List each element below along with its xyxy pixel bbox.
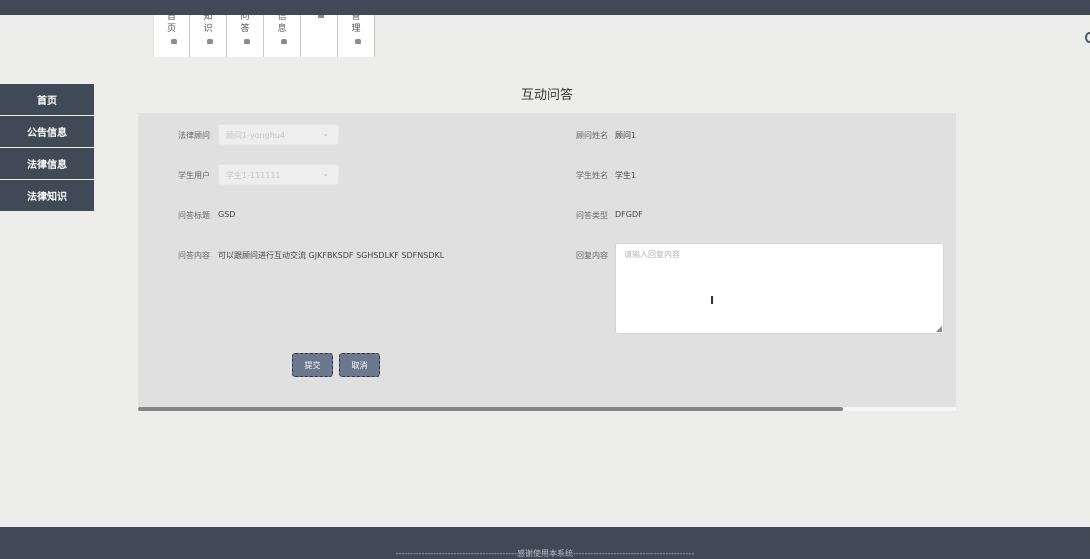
nav-char: 息 [277, 24, 287, 34]
cancel-button[interactable]: 取消 [339, 353, 380, 377]
nav-char: 信 [277, 15, 287, 22]
sidebar-item-legal-knowledge[interactable]: 法律知识 [0, 180, 94, 211]
top-nav-item-info[interactable]: 信 息 [264, 15, 301, 57]
reply-label: 回复内容 [576, 251, 608, 260]
nav-bullet-icon [281, 39, 287, 44]
nav-char: 问 [240, 15, 250, 22]
top-nav-item-qa[interactable]: 问 答 [227, 15, 264, 57]
question-type-value: DFGDF [615, 210, 643, 219]
top-bar [0, 0, 1090, 15]
nav-char: 首 [166, 15, 176, 22]
resize-grip-icon[interactable]: ◢ [936, 325, 942, 333]
consultant-name-label: 顾问姓名 [576, 131, 608, 140]
horizontal-scrollbar[interactable] [138, 407, 956, 411]
nav-char: 识 [203, 24, 213, 34]
question-type-label: 问答类型 [576, 211, 608, 220]
nav-char: 页 [166, 24, 176, 34]
question-title-label: 问答标题 [178, 211, 210, 220]
qa-form: 法律顾问 顾问1-yonghu4 ⌄ 顾问姓名 顾问1 学生用户 学生1-111… [138, 113, 956, 407]
student-user-select-value: 学生1-111111 [226, 171, 281, 180]
sidebar: 首页 公告信息 法律信息 法律知识 [0, 84, 94, 212]
top-nav-item-home[interactable]: 首 页 [153, 15, 190, 57]
top-nav-item-center[interactable] [301, 15, 338, 57]
consultant-name-value: 顾问1 [615, 131, 637, 140]
top-nav: 首 页 知 识 问 答 信 息 管 理 [153, 15, 375, 57]
nav-char: 理 [351, 24, 361, 34]
nav-bullet-icon [207, 39, 213, 44]
sidebar-item-legal-info[interactable]: 法律信息 [0, 148, 94, 179]
footer-text: ----------------------------------------… [395, 549, 695, 558]
submit-button[interactable]: 提交 [292, 353, 333, 377]
student-name-value: 学生1 [615, 171, 637, 180]
question-content-label: 问答内容 [178, 251, 210, 260]
nav-char: 知 [203, 15, 213, 22]
reply-placeholder: 请输入回复内容 [624, 250, 680, 259]
student-name-label: 学生姓名 [576, 171, 608, 180]
consultant-select[interactable]: 顾问1-yonghu4 ⌄ [218, 124, 339, 145]
nav-bullet-icon [318, 15, 324, 18]
nav-bullet-icon [244, 39, 250, 44]
student-user-label: 学生用户 [178, 171, 210, 180]
text-cursor-icon: I [710, 294, 715, 307]
student-user-select[interactable]: 学生1-111111 ⌄ [218, 164, 339, 185]
consultant-label: 法律顾问 [178, 131, 210, 140]
nav-bullet-icon [171, 39, 177, 44]
consultant-select-value: 顾问1-yonghu4 [226, 131, 285, 140]
top-nav-item-admin[interactable]: 管 理 [338, 15, 375, 57]
question-content-value: 可以跟顾问进行互动交流 GJKFBKSDF SGHSDLKF SDFNSDKL [218, 251, 445, 260]
scrollbar-thumb[interactable] [138, 407, 843, 411]
sidebar-item-home[interactable]: 首页 [0, 84, 94, 115]
chevron-down-icon: ⌄ [322, 169, 329, 178]
page-title: 互动问答 [520, 88, 573, 103]
sidebar-item-notices[interactable]: 公告信息 [0, 116, 94, 147]
nav-char: 答 [240, 24, 250, 34]
footer: ----------------------------------------… [0, 527, 1090, 559]
nav-char: 管 [351, 15, 361, 22]
top-nav-item-knowledge[interactable]: 知 识 [190, 15, 227, 57]
edge-handle[interactable] [1085, 32, 1090, 43]
nav-bullet-icon [355, 39, 361, 44]
question-title-value: GSD [218, 210, 236, 219]
reply-textarea[interactable]: 请输入回复内容 ◢ [615, 243, 944, 334]
chevron-down-icon: ⌄ [322, 129, 329, 138]
